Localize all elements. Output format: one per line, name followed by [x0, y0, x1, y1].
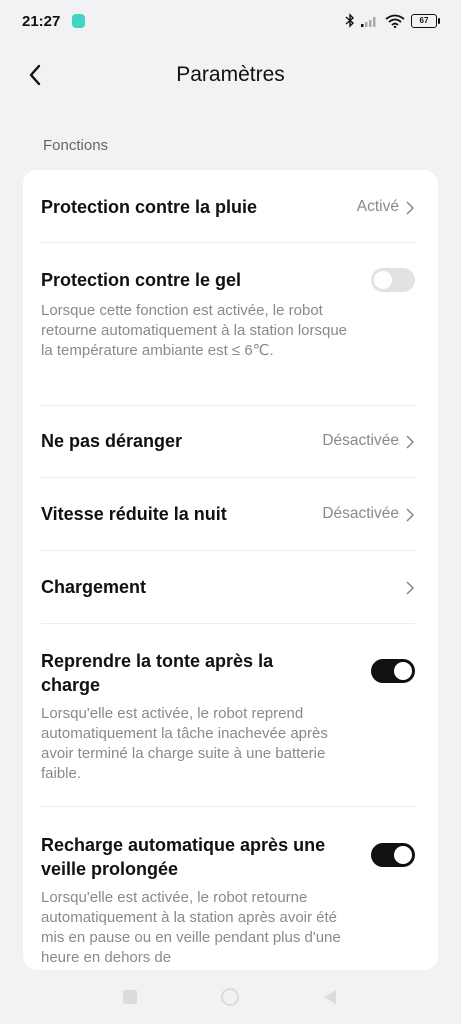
setting-title: Protection contre la pluie — [41, 197, 258, 217]
triangle-icon[interactable] — [320, 987, 340, 1007]
setting-night-speed[interactable]: Vitesse réduite la nuit Désactivée — [41, 499, 415, 529]
wifi-icon — [385, 14, 405, 28]
setting-auto-recharge: Recharge automatique après une veille pr… — [41, 831, 415, 970]
setting-title: Vitesse réduite la nuit — [41, 504, 227, 524]
chevron-right-icon — [406, 435, 415, 449]
setting-rain-protection[interactable]: Protection contre la pluie Activé — [41, 192, 415, 222]
battery-icon: 67 — [411, 13, 440, 28]
status-bar: 21:27 67 — [0, 0, 461, 44]
toggle-knob — [394, 846, 412, 864]
notification-icon — [72, 14, 85, 28]
setting-title: Protection contre le gel — [41, 270, 242, 290]
setting-value: Désactivée — [322, 505, 399, 522]
square-icon[interactable] — [120, 987, 140, 1007]
setting-title: Recharge automatique après une veille pr… — [41, 835, 326, 879]
divider — [41, 242, 415, 243]
setting-do-not-disturb[interactable]: Ne pas déranger Désactivée — [41, 426, 415, 456]
signal-icon — [361, 16, 376, 27]
toggle-knob — [394, 662, 412, 680]
chevron-right-icon — [406, 508, 415, 522]
resume-mowing-toggle[interactable] — [371, 659, 415, 683]
section-label: Fonctions — [43, 137, 109, 154]
setting-title: Chargement — [41, 577, 147, 597]
setting-value: Activé — [356, 198, 399, 215]
setting-value: Désactivée — [322, 432, 399, 449]
divider — [41, 477, 415, 478]
setting-description: Lorsqu'elle est activée, le robot repren… — [41, 705, 328, 782]
divider — [41, 405, 415, 406]
divider — [41, 806, 415, 807]
navigation-bar — [0, 970, 461, 1024]
chevron-right-icon — [406, 581, 415, 595]
toggle-knob — [374, 271, 392, 289]
status-time: 21:27 — [22, 13, 61, 30]
page-title: Paramètres — [176, 63, 285, 86]
circle-icon[interactable] — [220, 987, 240, 1007]
auto-recharge-toggle[interactable] — [371, 843, 415, 867]
header: Paramètres — [0, 44, 461, 106]
setting-description: Lorsqu'elle est activée, le robot retour… — [41, 889, 341, 966]
bluetooth-icon — [345, 13, 355, 28]
chevron-right-icon — [406, 201, 415, 215]
setting-title: Ne pas déranger — [41, 431, 183, 451]
setting-title: Reprendre la tonte après la charge — [41, 651, 274, 695]
setting-frost-protection: Protection contre le gel Lorsque cette f… — [41, 266, 415, 386]
divider — [41, 550, 415, 551]
setting-charging[interactable]: Chargement — [41, 572, 415, 602]
settings-card: Protection contre la pluie Activé Protec… — [23, 170, 438, 970]
setting-resume-mowing: Reprendre la tonte après la charge Lorsq… — [41, 647, 415, 787]
frost-protection-toggle[interactable] — [371, 268, 415, 292]
divider — [41, 623, 415, 624]
status-icons: 67 — [345, 13, 440, 28]
setting-description: Lorsque cette fonction est activée, le r… — [41, 302, 348, 359]
